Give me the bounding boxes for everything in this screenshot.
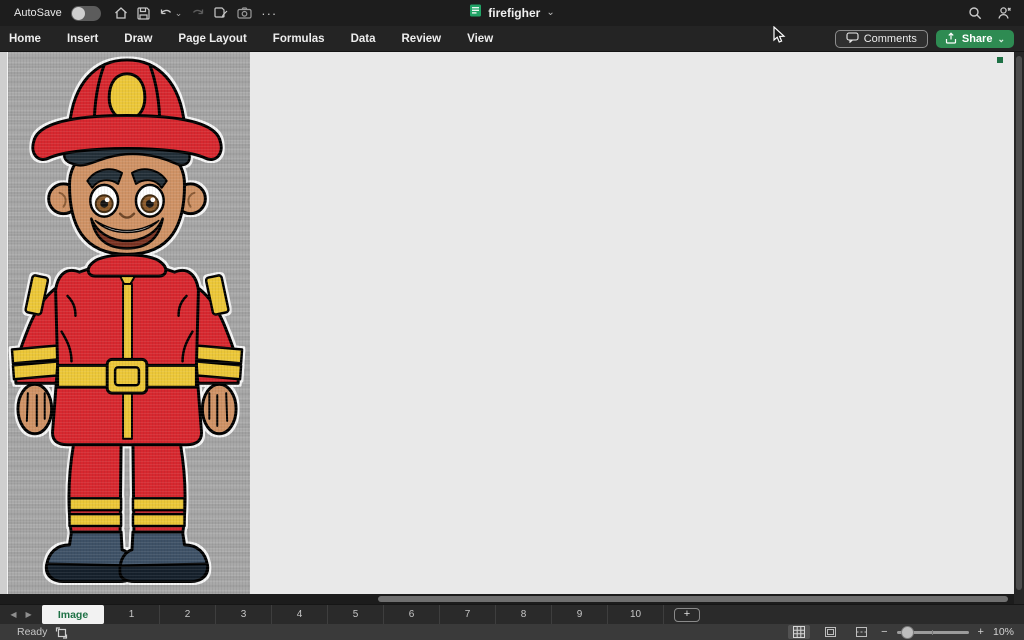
- share-dropdown-icon: ⌄: [997, 35, 1005, 44]
- document-title[interactable]: firefigher: [488, 6, 540, 20]
- zoom-slider-thumb[interactable]: [901, 626, 914, 639]
- sheet-tab-5[interactable]: 5: [328, 605, 384, 624]
- share-button[interactable]: Share ⌄: [936, 30, 1014, 48]
- sheet-tab-4[interactable]: 4: [272, 605, 328, 624]
- zoom-out-button[interactable]: −: [881, 627, 887, 638]
- account-icon[interactable]: [997, 3, 1012, 23]
- sheet-tab-10[interactable]: 10: [608, 605, 664, 624]
- tab-data[interactable]: Data: [351, 33, 376, 45]
- zoom-slider[interactable]: [897, 626, 969, 639]
- comments-label: Comments: [864, 33, 917, 45]
- tab-home[interactable]: Home: [9, 33, 41, 45]
- search-icon[interactable]: [968, 3, 982, 23]
- sheet-tab-3[interactable]: 3: [216, 605, 272, 624]
- sheet-tab-strip: ◀ ▶ Image 1 2 3 4 5 6 7 8 9 10 +: [0, 604, 1024, 624]
- tab-page-layout[interactable]: Page Layout: [178, 33, 246, 45]
- title-bar: AutoSave ⌄ ···: [0, 0, 1024, 26]
- worksheet-area[interactable]: [0, 52, 1024, 604]
- zoom-in-button[interactable]: +: [978, 627, 984, 638]
- horizontal-scrollbar-thumb[interactable]: [378, 596, 1008, 602]
- zoom-percentage[interactable]: 10%: [993, 626, 1014, 638]
- ribbon-tab-bar: Home Insert Draw Page Layout Formulas Da…: [0, 26, 1024, 52]
- tab-view[interactable]: View: [467, 33, 493, 45]
- title-dropdown-icon[interactable]: ⌄: [546, 7, 554, 18]
- ready-status: Ready: [17, 626, 47, 638]
- sheet-tab-image[interactable]: Image: [42, 605, 104, 624]
- vertical-scrollbar-thumb[interactable]: [1016, 56, 1022, 590]
- share-icon: [945, 32, 957, 47]
- excel-window: AutoSave ⌄ ···: [0, 0, 1024, 640]
- sheet-tab-9[interactable]: 9: [552, 605, 608, 624]
- share-label: Share: [962, 33, 993, 45]
- sheet-tab-2[interactable]: 2: [160, 605, 216, 624]
- next-sheet-icon[interactable]: ▶: [26, 611, 32, 619]
- normal-view-button[interactable]: [788, 625, 810, 639]
- tab-draw[interactable]: Draw: [124, 33, 152, 45]
- active-cell-indicator: [997, 57, 1003, 63]
- page-layout-view-button[interactable]: [819, 625, 841, 639]
- prev-sheet-icon[interactable]: ◀: [10, 611, 16, 619]
- sheet-tab-8[interactable]: 8: [496, 605, 552, 624]
- page-break-view-button[interactable]: [850, 625, 872, 639]
- zoom-slider-midpoint: [932, 630, 933, 635]
- sheet-tab-6[interactable]: 6: [384, 605, 440, 624]
- add-sheet-button[interactable]: +: [674, 608, 700, 622]
- tab-formulas[interactable]: Formulas: [273, 33, 325, 45]
- row-header-strip: [0, 52, 8, 594]
- comments-button[interactable]: Comments: [835, 30, 928, 48]
- vertical-scrollbar[interactable]: [1014, 52, 1024, 604]
- sheet-tab-7[interactable]: 7: [440, 605, 496, 624]
- status-bar: Ready − + 10%: [0, 624, 1024, 640]
- horizontal-scrollbar[interactable]: [0, 594, 1014, 604]
- excel-doc-icon: [469, 4, 482, 22]
- sheet-tab-1[interactable]: 1: [104, 605, 160, 624]
- tab-insert[interactable]: Insert: [67, 33, 98, 45]
- firefighter-artwork: [10, 52, 248, 592]
- comment-bubble-icon: [846, 32, 859, 46]
- pixel-art-region[interactable]: [0, 52, 250, 594]
- tab-review[interactable]: Review: [402, 33, 442, 45]
- selection-mode-icon[interactable]: [55, 626, 68, 640]
